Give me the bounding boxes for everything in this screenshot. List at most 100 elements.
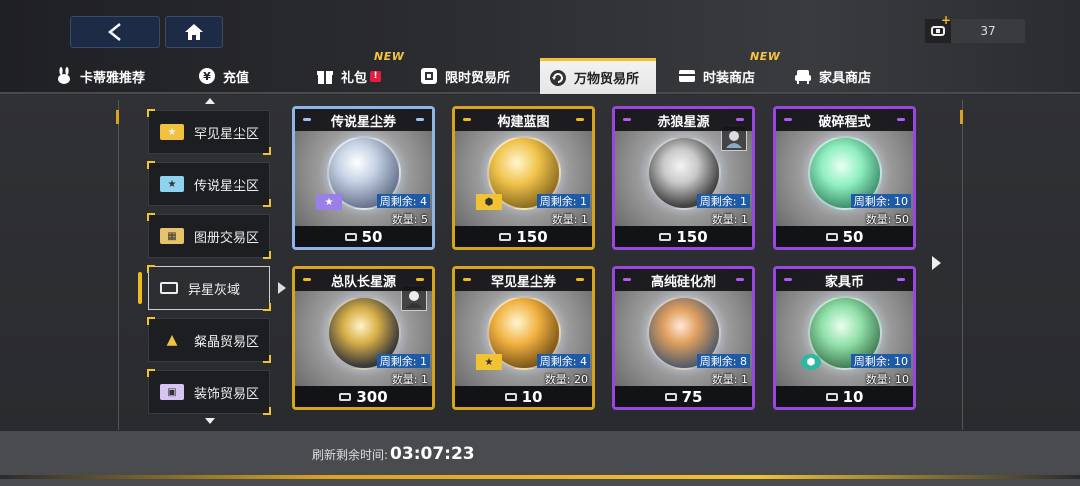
category-album-trade[interactable]: ▦ 图册交易区 [147,213,271,259]
price-bar: 300 [295,386,432,407]
tab-recharge[interactable]: ¥ 充值 [198,58,249,94]
home-button[interactable] [165,16,223,48]
tab-label: 家具商店 [819,70,872,86]
item-price: 150 [516,227,548,246]
tab-label: 卡蒂雅推荐 [80,70,146,86]
blueprint-tag-icon: ⬢ [476,194,502,210]
item-price: 50 [361,227,383,246]
tab-label: 万物贸易所 [574,72,640,87]
refresh-label: 刷新剩余时间: [312,448,389,462]
item-card[interactable]: 总队长星源 周剩余: 1 数量: 1 300 [292,266,435,410]
weekly-remaining: 周剩余: 1 [696,194,750,208]
item-card[interactable]: 传说星尘券 ★ 周剩余: 4 数量: 5 50 [292,106,435,250]
item-price: 10 [842,387,864,406]
svg-text:¥: ¥ [203,70,211,83]
category-label: 装饰贸易区 [194,386,260,402]
tab-furniture-shop[interactable]: 家具商店 [794,58,871,94]
item-card[interactable]: 家具币 ⬢ 周剩余: 10 数量: 10 10 [773,266,916,410]
currency-icon [659,232,672,241]
item-card[interactable]: 构建蓝图 ⬢ 周剩余: 1 数量: 1 150 [452,106,595,250]
category-crystal-trade[interactable]: ▲ 粲晶贸易区 [147,317,271,363]
item-quantity: 数量: 10 [865,373,909,386]
currency-icon: + [925,13,951,43]
weekly-remaining: 周剩余: 4 [536,354,590,368]
category-scroll-up[interactable] [205,98,215,104]
currency-icon [344,232,357,241]
weekly-remaining: 周剩余: 10 [850,194,911,208]
category-label: 图册交易区 [194,230,260,246]
item-card[interactable]: 破碎程式 周剩余: 10 数量: 50 50 [773,106,916,250]
category-scroll-down[interactable] [205,418,215,424]
category-legend-stardust[interactable]: ★ 传说星尘区 [147,161,271,207]
item-title: 赤狼星源 [615,109,752,131]
tab-label: 礼包 [341,70,368,86]
item-title: 罕见星尘券 [455,269,592,291]
active-arrow-icon [278,282,286,294]
left-rail [118,100,119,430]
tab-fashion-shop[interactable]: NEW 时装商店 [678,50,780,94]
item-card[interactable]: 罕见星尘券 ★ 周剩余: 4 数量: 20 10 [452,266,595,410]
next-page-icon[interactable] [932,256,941,270]
shop-tabs: 卡蒂雅推荐 ¥ 充值 NEW 礼包 ! 限时贸易所 万物贸易所 NEW 时装商店 [0,50,1080,94]
tab-limited-trade[interactable]: 限时贸易所 [420,58,510,94]
category-alien-grey-zone[interactable]: 异星灰域 [147,265,271,311]
furniture-tag-icon: ⬢ [801,354,821,370]
legend-stardust-icon: ★ [316,194,342,210]
tab-label: 时装商店 [703,70,756,86]
right-rail [962,100,963,430]
item-title: 破碎程式 [776,109,913,131]
active-category-indicator [138,272,142,304]
item-quantity: 数量: 20 [544,373,588,386]
currency-display[interactable]: + 37 [925,13,1025,43]
tab-katya-recommend[interactable]: 卡蒂雅推荐 [55,58,145,94]
weekly-remaining: 周剩余: 10 [850,354,911,368]
currency-icon [339,392,352,401]
currency-icon [825,392,838,401]
legend-stardust-icon: ★ [160,176,184,192]
currency-icon [504,392,517,401]
album-icon: ▦ [160,228,184,244]
new-tag: NEW [374,50,405,63]
item-title: 总队长星源 [295,269,432,291]
tab-gift-pack[interactable]: NEW 礼包 ! [316,50,404,94]
weekly-remaining: 周剩余: 4 [376,194,430,208]
price-bar: 150 [455,226,592,247]
currency-icon [825,232,838,241]
price-bar: 10 [776,386,913,407]
bottom-bar [0,431,1080,486]
alert-badge: ! [370,70,382,82]
category-label: 罕见星尘区 [194,126,260,142]
weekly-remaining: 周剩余: 1 [536,194,590,208]
refresh-icon [549,69,567,87]
refresh-timer: 刷新剩余时间: 03:07:23 [312,444,475,464]
weekly-remaining: 周剩余: 8 [696,354,750,368]
wardrobe-icon [678,67,696,85]
tab-universal-trade[interactable]: 万物贸易所 [540,58,656,94]
item-price: 150 [676,227,708,246]
rare-stardust-icon: ★ [476,354,502,370]
item-quantity: 数量: 1 [391,373,428,386]
currency-icon [664,392,677,401]
currency-plus[interactable]: + [941,13,951,27]
category-rare-stardust[interactable]: ★ 罕见星尘区 [147,109,271,155]
shop-icon [420,67,438,85]
item-card[interactable]: 高纯硅化剂 周剩余: 8 数量: 1 75 [612,266,755,410]
item-quantity: 数量: 50 [865,213,909,226]
category-decor-trade[interactable]: ▣ 装饰贸易区 [147,369,271,415]
item-price: 300 [356,387,388,406]
item-title: 构建蓝图 [455,109,592,131]
item-price: 50 [842,227,864,246]
rare-stardust-icon: ★ [160,124,184,140]
item-price: 75 [681,387,703,406]
decor-icon: ▣ [160,384,184,400]
item-card[interactable]: 赤狼星源 周剩余: 1 数量: 1 150 [612,106,755,250]
back-arrow-icon [107,23,121,41]
item-title: 家具币 [776,269,913,291]
back-button[interactable] [70,16,160,48]
tab-label: 充值 [223,70,250,86]
sofa-icon [794,67,812,85]
rail-marker [116,110,119,124]
gift-icon [316,67,334,85]
category-label: 传说星尘区 [194,178,260,194]
category-label: 粲晶贸易区 [194,334,260,350]
